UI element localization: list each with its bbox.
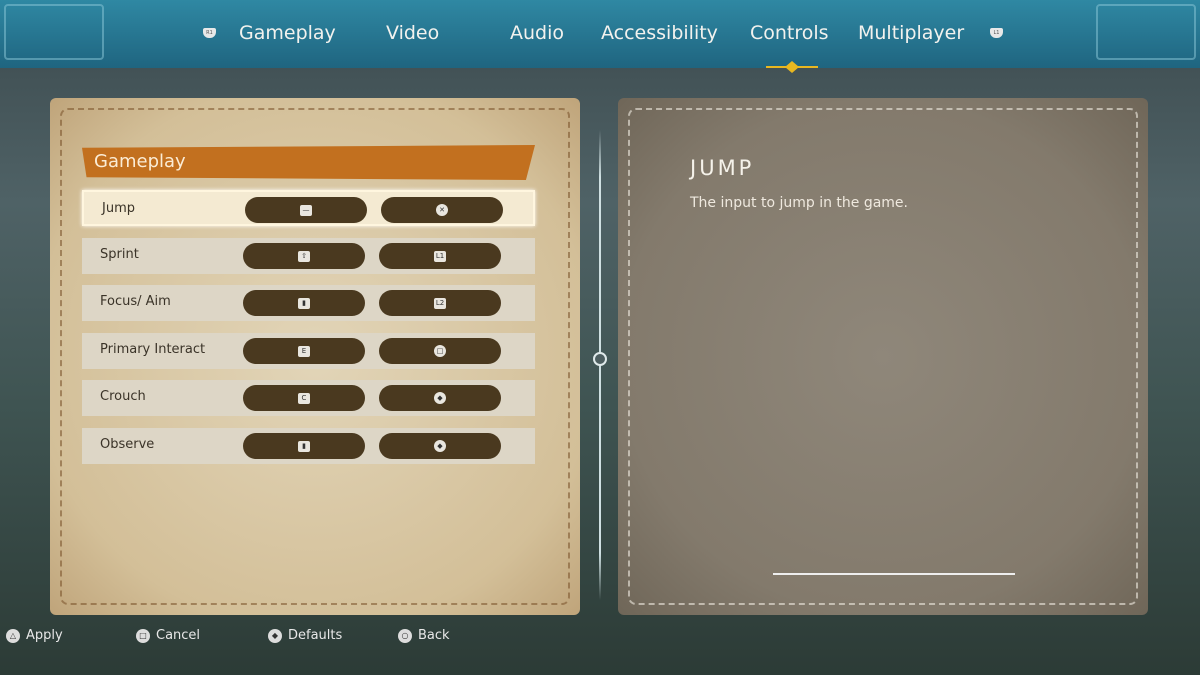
active-tab-indicator-icon [766, 61, 818, 73]
e-key-binding-button[interactable]: E [243, 338, 365, 364]
r1-bumper-icon[interactable]: R1 [203, 28, 216, 38]
back-button[interactable]: ○ Back [398, 628, 450, 643]
footer-label: Cancel [156, 628, 201, 643]
footer-label: Back [418, 628, 450, 643]
l1-button-binding-button[interactable]: L1 [379, 243, 501, 269]
square-button-icon: □ [434, 345, 446, 357]
row-label: Crouch [100, 389, 146, 404]
cross-button-icon: ✕ [436, 204, 448, 216]
binding-row[interactable]: Crouch C ◆ [82, 380, 535, 416]
cross-button-binding-button[interactable]: ✕ [381, 197, 503, 223]
row-label: Jump [102, 201, 135, 216]
cancel-button[interactable]: □ Cancel [136, 628, 200, 643]
footer-label: Defaults [288, 628, 343, 643]
detail-panel: JUMP The input to jump in the game. [618, 98, 1148, 615]
binding-row[interactable]: Observe ▮ ◆ [82, 428, 535, 464]
e-key-icon: E [298, 345, 310, 357]
triangle-button-icon: △ [6, 628, 20, 643]
right-stick-press-binding-button[interactable]: ◆ [379, 385, 501, 411]
right-stick-press-icon: ◆ [434, 392, 446, 404]
divider [773, 573, 1015, 575]
binding-row[interactable]: Jump — ✕ [82, 190, 535, 226]
tab-audio[interactable]: Audio [510, 22, 564, 44]
row-label: Observe [100, 437, 155, 452]
right-stick-press-binding-button[interactable]: ◆ [379, 433, 501, 459]
middle-mouse-binding-button[interactable]: ▮ [243, 433, 365, 459]
c-key-binding-button[interactable]: C [243, 385, 365, 411]
section-header: Gameplay [82, 145, 535, 180]
tab-video[interactable]: Video [386, 22, 439, 44]
middle-mouse-icon: ▮ [298, 440, 310, 452]
top-nav-bar: R1 Gameplay Video Audio Accessibility Co… [0, 0, 1200, 68]
detail-title: JUMP [690, 156, 755, 180]
space-key-icon: — [300, 204, 312, 216]
right-mouse-binding-button[interactable]: ▮ [243, 290, 365, 316]
l1-button-icon: L1 [434, 250, 446, 262]
right-mouse-icon: ▮ [298, 297, 310, 309]
l2-button-binding-button[interactable]: L2 [379, 290, 501, 316]
ornament-right [1096, 4, 1196, 60]
binding-row[interactable]: Sprint ⇧ L1 [82, 238, 535, 274]
binding-row[interactable]: Focus/ Aim ▮ L2 [82, 285, 535, 321]
defaults-button[interactable]: ◆ Defaults [268, 628, 342, 643]
footer-label: Apply [26, 628, 63, 643]
ornament-left [4, 4, 104, 60]
c-key-icon: C [298, 392, 310, 404]
l1-bumper-icon[interactable]: L1 [990, 28, 1003, 38]
tab-controls[interactable]: Controls [750, 22, 829, 44]
right-stick-button-icon: ◆ [268, 628, 282, 643]
shift-key-icon: ⇧ [298, 250, 310, 262]
apply-button[interactable]: △ Apply [6, 628, 63, 643]
square-button-icon: □ [136, 628, 150, 643]
square-button-binding-button[interactable]: □ [379, 338, 501, 364]
row-label: Focus/ Aim [100, 294, 171, 309]
scrollbar-thumb[interactable] [593, 352, 607, 366]
binding-row[interactable]: Primary Interact E □ [82, 333, 535, 369]
circle-button-icon: ○ [398, 628, 412, 643]
row-label: Sprint [100, 247, 139, 262]
detail-description: The input to jump in the game. [690, 195, 908, 211]
l2-button-icon: L2 [434, 297, 446, 309]
controls-list-panel: Gameplay Jump — ✕ Sprint ⇧ L1 Focus/ Aim ▮ L2 Pri… [50, 98, 580, 615]
panel-border [628, 108, 1138, 605]
tab-accessibility[interactable]: Accessibility [601, 22, 718, 44]
space-key-binding-button[interactable]: — [245, 197, 367, 223]
tab-gameplay[interactable]: Gameplay [239, 22, 336, 44]
right-stick-press-icon: ◆ [434, 440, 446, 452]
row-label: Primary Interact [100, 342, 206, 357]
shift-key-binding-button[interactable]: ⇧ [243, 243, 365, 269]
tab-multiplayer[interactable]: Multiplayer [858, 22, 964, 44]
